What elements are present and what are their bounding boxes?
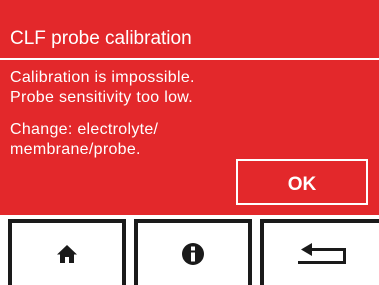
info-button[interactable]	[134, 219, 252, 285]
message-line: Change: electrolyte/	[10, 121, 159, 138]
back-button[interactable]	[260, 219, 379, 285]
dialog-title: CLF probe calibration	[10, 28, 192, 49]
home-button[interactable]	[8, 219, 126, 285]
info-icon	[181, 242, 205, 266]
message-line: membrane/probe.	[10, 141, 141, 158]
ok-button[interactable]: OK	[236, 159, 368, 205]
device-screen: CLF probe calibration Calibration is imp…	[0, 0, 379, 285]
message-line: Calibration is impossible.	[10, 69, 195, 86]
error-dialog: CLF probe calibration Calibration is imp…	[0, 0, 379, 215]
return-arrow-icon	[297, 243, 346, 265]
title-divider	[0, 58, 379, 60]
bottom-toolbar	[0, 216, 379, 285]
home-icon	[56, 243, 78, 265]
message-line: Probe sensitivity too low.	[10, 89, 193, 106]
